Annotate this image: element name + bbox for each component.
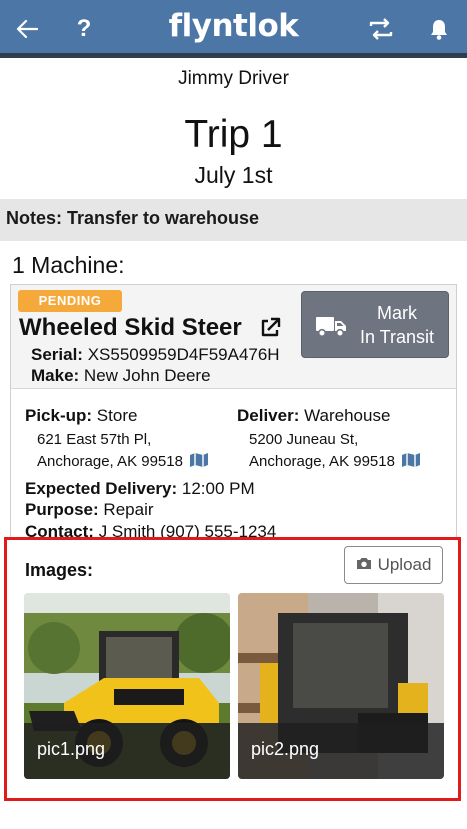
map-icon[interactable] — [401, 452, 421, 475]
machine-card-header: PENDING Wheeled Skid Steer Serial: XS550… — [11, 285, 456, 389]
machine-count: 1 Machine: — [12, 252, 125, 278]
app-header: ? flyntlok — [0, 0, 467, 58]
expected-delivery-value: 12:00 PM — [181, 479, 255, 498]
image-thumbnail-2[interactable]: pic2.png — [238, 593, 444, 779]
notes-bar: Notes: Transfer to warehouse — [0, 199, 467, 241]
make-row: Make: New John Deere — [31, 366, 211, 386]
external-link-icon[interactable] — [259, 317, 281, 339]
pickup-label: Pick-up: — [25, 406, 93, 425]
pickup-address-line1: 621 East 57th Pl, — [37, 431, 152, 448]
driver-name: Jimmy Driver — [178, 68, 289, 89]
upload-label: Upload — [377, 555, 432, 574]
serial-label: Serial: — [31, 345, 83, 364]
deliver-block: Deliver: Warehouse 5200 Juneau St, Ancho… — [237, 406, 421, 475]
status-badge: PENDING — [18, 290, 122, 312]
camera-icon — [356, 555, 372, 575]
bell-icon[interactable] — [422, 12, 456, 46]
image-caption-2: pic2.png — [238, 723, 444, 779]
trip-date: July 1st — [194, 162, 273, 188]
serial-row: Serial: XS5509959D4F59A476H — [31, 345, 280, 365]
swap-icon[interactable] — [364, 12, 398, 46]
map-icon[interactable] — [189, 452, 209, 475]
mark-label-line1: Mark — [377, 303, 417, 323]
images-label: Images: — [25, 560, 94, 580]
image-caption-1: pic1.png — [24, 723, 230, 779]
deliver-address-line1: 5200 Juneau St, — [249, 431, 359, 448]
make-label: Make: — [31, 366, 80, 385]
expected-delivery-row: Expected Delivery: 12:00 PM — [25, 479, 255, 499]
deliver-address: 5200 Juneau St, Anchorage, AK 99518 — [249, 429, 421, 475]
pickup-name: Store — [96, 406, 138, 425]
mark-label-line2: In Transit — [359, 327, 435, 347]
serial-value: XS5509959D4F59A476H — [87, 345, 280, 364]
make-value: New John Deere — [83, 366, 211, 385]
expected-delivery-label: Expected Delivery: — [25, 479, 178, 498]
deliver-name: Warehouse — [304, 406, 391, 425]
purpose-row: Purpose: Repair — [25, 500, 154, 520]
purpose-label: Purpose: — [25, 500, 99, 519]
deliver-address-line2: Anchorage, AK 99518 — [249, 453, 395, 470]
mark-in-transit-label: Mark In Transit — [350, 301, 444, 349]
pickup-address-line2: Anchorage, AK 99518 — [37, 453, 183, 470]
trip-title: Trip 1 — [184, 113, 283, 156]
pickup-block: Pick-up: Store 621 East 57th Pl, Anchora… — [25, 406, 209, 475]
mark-in-transit-button[interactable]: Mark In Transit — [301, 291, 449, 358]
deliver-label: Deliver: — [237, 406, 300, 425]
machine-name: Wheeled Skid Steer — [19, 314, 242, 341]
truck-icon — [315, 314, 347, 343]
purpose-value: Repair — [103, 500, 154, 519]
upload-button[interactable]: Upload — [344, 546, 443, 584]
image-thumbnail-1[interactable]: pic1.png — [24, 593, 230, 779]
images-section: Images: Upload pic1.png pic2.png — [4, 537, 461, 801]
pickup-address: 621 East 57th Pl, Anchorage, AK 99518 — [37, 429, 209, 475]
